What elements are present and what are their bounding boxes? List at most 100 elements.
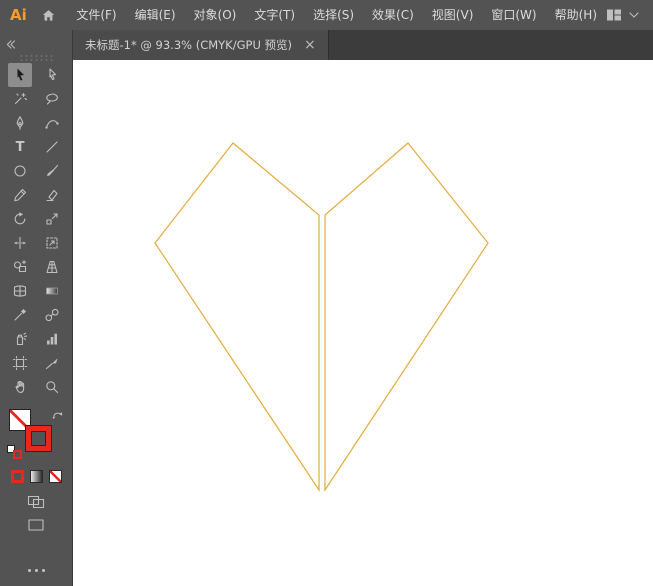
- menu-bar: Ai 文件(F) 编辑(E) 对象(O) 文字(T) 选择(S) 效果(C) 视…: [0, 0, 653, 30]
- workspace-switcher-icon[interactable]: [606, 8, 622, 22]
- none-button[interactable]: [48, 470, 62, 483]
- menu-file[interactable]: 文件(F): [67, 0, 125, 30]
- width-tool[interactable]: [8, 231, 32, 255]
- type-icon: T: [15, 139, 25, 155]
- menu-effect[interactable]: 效果(C): [363, 0, 423, 30]
- canvas[interactable]: [73, 60, 653, 586]
- scale-icon: [46, 213, 58, 225]
- direct-selection-icon: [49, 68, 57, 81]
- scale-tool[interactable]: [40, 207, 64, 231]
- tools-panel: T: [0, 30, 73, 586]
- lasso-tool[interactable]: [40, 87, 64, 111]
- menubar-right: [606, 8, 653, 22]
- gradient-icon: [46, 287, 58, 295]
- shaper-tool[interactable]: [40, 183, 64, 207]
- paint-mode-row: [10, 470, 62, 483]
- free-transform-tool[interactable]: [40, 231, 64, 255]
- home-button[interactable]: [37, 0, 60, 30]
- type-tool[interactable]: T: [8, 135, 32, 159]
- symbol-sprayer-icon: [16, 332, 28, 346]
- curvature-tool[interactable]: [40, 111, 64, 135]
- mesh-icon: [13, 285, 27, 297]
- perspective-grid-tool[interactable]: [40, 255, 64, 279]
- eyedropper-tool[interactable]: [8, 303, 32, 327]
- pen-tool[interactable]: [8, 111, 32, 135]
- heart-left-path[interactable]: [154, 142, 320, 492]
- fill-stroke-widget: [7, 407, 65, 461]
- selection-tool[interactable]: [8, 63, 32, 87]
- pencil-icon: [14, 188, 27, 202]
- hand-tool[interactable]: [8, 375, 32, 399]
- zoom-tool[interactable]: [40, 375, 64, 399]
- default-colors-icon[interactable]: [7, 445, 23, 459]
- column-graph-tool[interactable]: [40, 327, 64, 351]
- shape-builder-icon: [13, 260, 27, 273]
- blend-icon: [45, 308, 59, 322]
- line-segment-icon: [46, 141, 58, 153]
- symbol-sprayer-tool[interactable]: [8, 327, 32, 351]
- lasso-icon: [46, 93, 58, 105]
- menu-select[interactable]: 选择(S): [304, 0, 363, 30]
- app-logo[interactable]: Ai: [0, 0, 37, 30]
- magic-wand-tool[interactable]: [8, 87, 32, 111]
- ellipse-icon: [14, 165, 26, 177]
- rotate-tool[interactable]: [8, 207, 32, 231]
- slice-tool[interactable]: [40, 351, 64, 375]
- eyedropper-icon: [14, 309, 26, 321]
- width-icon: [14, 236, 26, 250]
- paintbrush-tool[interactable]: [40, 159, 64, 183]
- free-transform-icon: [46, 237, 58, 249]
- screen-mode-icon[interactable]: [27, 518, 45, 532]
- heart-right-path[interactable]: [324, 142, 489, 492]
- double-chevron-left-icon: [6, 40, 16, 49]
- artboard-tool[interactable]: [8, 351, 32, 375]
- blend-tool[interactable]: [40, 303, 64, 327]
- home-icon: [42, 9, 54, 21]
- hand-icon: [15, 380, 25, 393]
- artboard-icon: [12, 355, 28, 371]
- document-tab-bar: 未标题-1* @ 93.3% (CMYK/GPU 预览) ×: [73, 30, 653, 60]
- menu-window[interactable]: 窗口(W): [482, 0, 545, 30]
- column-graph-icon: [47, 333, 57, 345]
- gradient-button[interactable]: [29, 470, 43, 483]
- slice-icon: [45, 358, 58, 370]
- close-icon[interactable]: ×: [304, 38, 316, 52]
- perspective-grid-icon: [46, 260, 58, 274]
- mode-buttons: [27, 495, 45, 532]
- pen-icon: [16, 116, 24, 130]
- mini-stroke: [13, 450, 22, 459]
- menu-edit[interactable]: 编辑(E): [126, 0, 185, 30]
- panel-grip[interactable]: [19, 54, 53, 61]
- mesh-tool[interactable]: [8, 279, 32, 303]
- stroke-color-swatch[interactable]: [25, 425, 52, 452]
- selection-arrow-icon: [17, 68, 24, 81]
- menu-view[interactable]: 视图(V): [423, 0, 483, 30]
- artwork: [154, 142, 489, 492]
- color-button[interactable]: [10, 470, 24, 483]
- draw-modes-icon[interactable]: [27, 495, 45, 509]
- tool-grid: T: [8, 63, 64, 399]
- illustrator-window: Ai 文件(F) 编辑(E) 对象(O) 文字(T) 选择(S) 效果(C) 视…: [0, 0, 653, 586]
- rotate-icon: [14, 212, 26, 225]
- menu-type[interactable]: 文字(T): [245, 0, 304, 30]
- more-options-icon[interactable]: [27, 569, 45, 572]
- gradient-tool[interactable]: [40, 279, 64, 303]
- pencil-tool[interactable]: [8, 183, 32, 207]
- direct-selection-tool[interactable]: [40, 63, 64, 87]
- tab-title: 未标题-1* @ 93.3% (CMYK/GPU 预览): [85, 38, 292, 52]
- shaper-icon: [46, 189, 58, 202]
- main-menu: 文件(F) 编辑(E) 对象(O) 文字(T) 选择(S) 效果(C) 视图(V…: [67, 0, 606, 30]
- zoom-icon: [46, 381, 59, 394]
- collapse-panel-button[interactable]: [0, 30, 21, 53]
- ellipse-tool[interactable]: [8, 159, 32, 183]
- menu-object[interactable]: 对象(O): [185, 0, 246, 30]
- curvature-icon: [45, 120, 59, 129]
- swap-colors-icon[interactable]: [51, 409, 64, 420]
- document-tab[interactable]: 未标题-1* @ 93.3% (CMYK/GPU 预览) ×: [73, 30, 329, 60]
- shape-builder-tool[interactable]: [8, 255, 32, 279]
- magic-wand-icon: [14, 92, 28, 105]
- chevron-down-icon[interactable]: [629, 12, 639, 18]
- paintbrush-icon: [47, 164, 59, 176]
- menu-help[interactable]: 帮助(H): [546, 0, 606, 30]
- line-segment-tool[interactable]: [40, 135, 64, 159]
